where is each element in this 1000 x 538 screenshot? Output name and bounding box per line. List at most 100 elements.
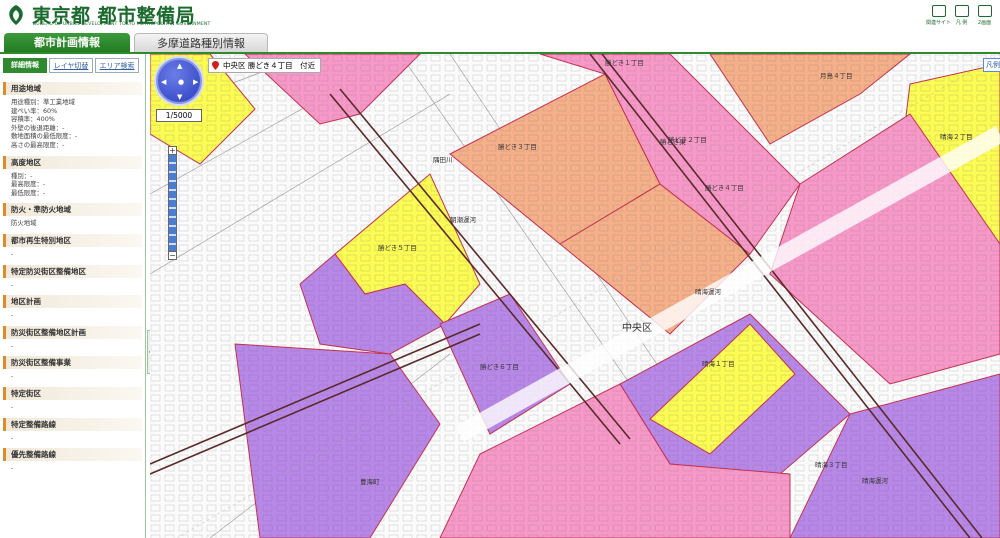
related-sites-label: 関連サイト xyxy=(926,20,952,26)
pan-right-arrow-icon[interactable]: ▶ xyxy=(193,79,198,86)
map-block-label: 晴海３丁目 xyxy=(815,461,848,469)
info-section: 都市再生特別地区 - xyxy=(3,233,142,259)
zoom-track[interactable] xyxy=(168,155,177,251)
sitemap-icon xyxy=(931,5,946,17)
dual-screen-icon xyxy=(977,5,992,17)
site-subtitle: BUREAU OF URBAN DEVELOPMENT TOKYO METROP… xyxy=(33,22,211,27)
zoom-slider[interactable]: + − xyxy=(168,146,177,260)
info-section-title: 防災街区整備地区計画 xyxy=(3,325,142,339)
map-block-label: 勝どき東 xyxy=(660,138,686,146)
map-block-label: 月島４丁目 xyxy=(820,72,853,80)
scale-display: 1/5000 xyxy=(156,109,202,122)
map-block-label: 勝どき１丁目 xyxy=(605,59,644,67)
pan-up-arrow-icon[interactable]: ▲ xyxy=(177,63,182,70)
map-block-label: 勝どき３丁目 xyxy=(498,143,537,151)
tab-tama-road-types[interactable]: 多摩道路種別情報 xyxy=(134,33,268,53)
info-line: 建ぺい率：60% xyxy=(11,106,58,115)
info-section: 防火・準防火地域防火地域 xyxy=(3,203,142,228)
info-line: - xyxy=(11,372,14,381)
pan-control[interactable]: ▲ ▼ ◀ ▶ ● xyxy=(156,58,202,104)
info-line: 高さの最高限度：- xyxy=(11,140,65,149)
info-section: 特定防災街区整備地区 - xyxy=(3,264,142,290)
main-tabbar: 都市計画情報 多摩道路種別情報 xyxy=(0,32,1000,54)
map-legend-button[interactable]: 凡例 xyxy=(983,58,1000,72)
info-line: 用途種別：準工業地域 xyxy=(11,98,75,106)
info-section-body: 防火地域 xyxy=(3,216,142,228)
location-indicator: 中央区 勝どき４丁目 付近 xyxy=(208,58,322,73)
map-block-label: 晴海運河 xyxy=(862,477,888,485)
info-line: 最高限度：- xyxy=(11,180,46,189)
info-section-title: 防火・準防火地域 xyxy=(3,203,142,217)
info-section-body: - xyxy=(3,431,142,443)
subtab-area-search[interactable]: エリア検索 xyxy=(95,58,139,73)
tokyo-ginkgo-logo-icon[interactable] xyxy=(4,3,28,27)
map-block-label: 豊海町 xyxy=(360,478,380,486)
info-section-body: - xyxy=(3,400,142,412)
info-section-body: 種別：- 最高限度：- 最低限度：- xyxy=(3,169,142,198)
info-line: - xyxy=(11,433,14,442)
info-line: - xyxy=(11,402,14,411)
info-line: 最低限度：- xyxy=(11,188,46,197)
app-header: 東京都 都市整備局 BUREAU OF URBAN DEVELOPMENT TO… xyxy=(0,0,1000,32)
location-text: 中央区 勝どき４丁目 付近 xyxy=(223,61,316,70)
info-section-title: 特定防災街区整備地区 xyxy=(3,264,142,278)
info-section-title: 地区計画 xyxy=(3,295,142,309)
tab-city-planning[interactable]: 都市計画情報 xyxy=(4,33,130,53)
pan-left-arrow-icon[interactable]: ◀ xyxy=(161,79,166,86)
map-block-label: 勝どき４丁目 xyxy=(705,184,744,192)
info-section-body: - xyxy=(3,308,142,320)
map-canvas[interactable] xyxy=(150,54,1000,538)
ward-label: 中央区 xyxy=(622,323,652,334)
info-section: 地区計画 - xyxy=(3,295,142,320)
info-section: 用途地域 用途種別：準工業地域 建ぺい率：60% 容積率：400% 外壁の後退距離：- 敷… xyxy=(3,82,142,150)
subtab-detail-info[interactable]: 詳細情報 xyxy=(3,58,47,73)
info-section-title: 特定整備路線 xyxy=(3,417,142,431)
info-section-body: - xyxy=(3,339,142,351)
info-section-body: - xyxy=(3,369,142,381)
info-section-title: 防災街区整備事業 xyxy=(3,356,142,370)
zoning-map[interactable]: 勝どき１丁目 勝どき３丁目 勝どき２丁目 勝どき４丁目 勝どき５丁目 勝どき６丁目 勝どき東… xyxy=(150,54,1000,538)
info-line: 種別：- xyxy=(11,171,33,180)
info-section: 高度地区 種別：- 最高限度：- 最低限度：- xyxy=(3,155,142,198)
info-section-title: 用途地域 xyxy=(3,82,142,95)
map-block-label: 朝潮運河 xyxy=(450,216,476,224)
location-pin-icon xyxy=(212,61,219,70)
info-line: 防火地域 xyxy=(11,219,37,228)
header-toolbar: 関連サイト 凡 例 2画面 xyxy=(926,4,994,28)
info-section-body: - xyxy=(3,278,142,290)
info-line: - xyxy=(11,464,14,473)
zoom-out-button[interactable]: − xyxy=(168,251,177,260)
map-block-label: 晴海運河 xyxy=(695,288,721,296)
info-section-title: 特定街区 xyxy=(3,386,142,400)
info-section-title: 都市再生特別地区 xyxy=(3,233,142,247)
info-section-body: 用途種別：準工業地域 建ぺい率：60% 容積率：400% 外壁の後退距離：- 敷地面積の… xyxy=(3,95,142,150)
info-section: 防災街区整備地区計画 - xyxy=(3,325,142,351)
info-line: - xyxy=(11,311,14,320)
info-section-title: 優先整備路線 xyxy=(3,448,142,462)
dual-screen-label: 2画面 xyxy=(977,20,992,26)
info-sections: 用途地域 用途種別：準工業地域 建ぺい率：60% 容積率：400% 外壁の後退距離：- 敷… xyxy=(0,82,145,473)
pan-center-icon[interactable]: ● xyxy=(178,79,184,86)
info-section-title: 高度地区 xyxy=(3,155,142,169)
map-block-label: 勝どき６丁目 xyxy=(480,363,519,371)
info-section-body: - xyxy=(3,461,142,473)
legend-label: 凡 例 xyxy=(955,20,968,26)
zoom-in-button[interactable]: + xyxy=(168,146,177,155)
map-block-label: 晴海１丁目 xyxy=(702,360,735,368)
map-block-label: 勝どき５丁目 xyxy=(378,244,417,252)
info-line: - xyxy=(11,249,14,258)
info-section: 防災街区整備事業 - xyxy=(3,356,142,381)
legend-toggle-button[interactable]: 凡 例 xyxy=(952,4,971,28)
info-section-body: - xyxy=(3,247,142,259)
map-block-label: 隅田川 xyxy=(433,156,453,164)
dual-screen-button[interactable]: 2画面 xyxy=(975,4,994,28)
info-section: 特定整備路線 - xyxy=(3,417,142,443)
map-block-label: 晴海２丁目 xyxy=(940,133,973,141)
pan-down-arrow-icon[interactable]: ▼ xyxy=(177,94,182,101)
related-sites-button[interactable]: 関連サイト xyxy=(926,4,952,28)
info-line: - xyxy=(11,280,14,289)
info-section: 特定街区 - xyxy=(3,386,142,412)
subtab-layer-switch[interactable]: レイヤ切替 xyxy=(49,58,93,73)
sidebar-subtabs: 詳細情報 レイヤ切替 エリア検索 xyxy=(0,54,145,76)
info-line: 敷地面積の最低限度：- xyxy=(11,132,78,141)
